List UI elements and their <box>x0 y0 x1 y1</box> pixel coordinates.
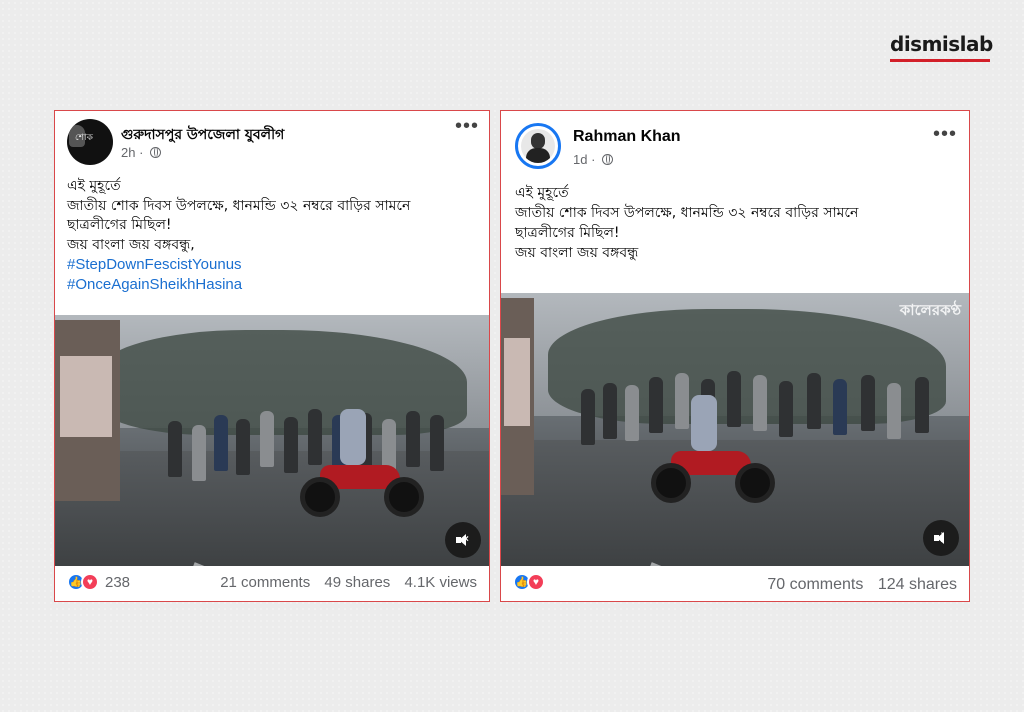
video-building <box>55 320 121 501</box>
shares-link[interactable]: 49 shares <box>324 574 390 591</box>
post-video[interactable]: × <box>55 315 489 566</box>
logo-text: dismislab <box>890 32 993 56</box>
avatar-caption: শোক <box>75 133 93 143</box>
volume-toggle-button[interactable]: ) <box>923 520 959 556</box>
facebook-post-2: Rahman Khan 1d · ••• এই মুহূর্তে জাতীয় … <box>500 110 970 602</box>
more-options-icon[interactable]: ••• <box>455 116 479 136</box>
views-count: 4.1K views <box>404 574 477 591</box>
more-options-icon[interactable]: ••• <box>933 124 957 144</box>
reactions-summary[interactable]: 👍 ♥ <box>513 573 545 591</box>
video-motorbike <box>651 395 775 503</box>
reaction-count: 238 <box>105 573 131 591</box>
globe-icon <box>602 154 614 165</box>
reactions-summary[interactable]: 👍 ♥ 238 <box>67 573 130 591</box>
post-meta: 2h · <box>121 145 162 160</box>
globe-icon <box>150 147 162 158</box>
hashtag-link[interactable]: #OnceAgainSheikhHasina <box>67 275 483 295</box>
post-footer: 👍 ♥ 238 21 comments 49 shares 4.1K views <box>55 565 489 601</box>
post-text-line: জাতীয় শোক দিবস উপলক্ষে, ধানমন্ডি ৩২ নম্… <box>67 197 411 214</box>
logo-underline <box>890 59 990 62</box>
page-avatar[interactable]: শোক <box>67 119 113 165</box>
post-text-line: জয় বাংলা জয় বঙ্গবন্ধু <box>515 245 639 261</box>
post-footer: 👍 ♥ 70 comments 124 shares <box>501 565 969 601</box>
author-name[interactable]: Rahman Khan <box>573 128 681 146</box>
post-text-line: ছাত্রলীগের মিছিল! <box>515 225 620 241</box>
engagement-stats: 70 comments 124 shares <box>757 576 957 594</box>
hashtag-link[interactable]: #StepDownFescistYounus <box>67 255 483 275</box>
post-text-line: জয় বাংলা জয় বঙ্গবন্ধু, <box>67 236 195 253</box>
post-text: এই মুহূর্তে জাতীয় শোক দিবস উপলক্ষে, ধান… <box>515 183 965 263</box>
comments-link[interactable]: 21 comments <box>220 574 310 591</box>
video-watermark: কালেরকণ্ঠ <box>899 301 961 319</box>
video-building <box>501 298 534 495</box>
post-text-line: এই মুহূর্তে <box>515 185 569 201</box>
shares-link[interactable]: 124 shares <box>878 576 957 593</box>
post-text-line: জাতীয় শোক দিবস উপলক্ষে, ধানমন্ডি ৩২ নম্… <box>515 205 859 221</box>
comments-link[interactable]: 70 comments <box>767 576 863 593</box>
post-text-line: এই মুহূর্তে <box>67 178 121 194</box>
love-reaction-icon: ♥ <box>81 573 99 591</box>
facebook-post-1: শোক গুরুদাসপুর উপজেলা যুবলীগ 2h · ••• এই… <box>54 110 490 602</box>
profile-avatar[interactable] <box>515 123 561 169</box>
love-reaction-icon: ♥ <box>527 573 545 591</box>
post-video[interactable]: কালেরকণ্ঠ ) <box>501 293 969 566</box>
post-text: এই মুহূর্তে জাতীয় শোক দিবস উপলক্ষে, ধান… <box>67 177 483 294</box>
video-motorbike <box>300 409 424 517</box>
engagement-stats: 21 comments 49 shares 4.1K views <box>210 574 477 591</box>
mute-toggle-button[interactable]: × <box>445 522 481 558</box>
post-meta: 1d · <box>573 152 614 167</box>
post-text-line: ছাত্রলীগের মিছিল! <box>67 217 172 233</box>
post-time[interactable]: 1d <box>573 152 587 167</box>
dismislab-logo: dismislab <box>890 32 993 62</box>
author-name[interactable]: গুরুদাসপুর উপজেলা যুবলীগ <box>121 123 284 147</box>
post-time[interactable]: 2h <box>121 145 135 160</box>
